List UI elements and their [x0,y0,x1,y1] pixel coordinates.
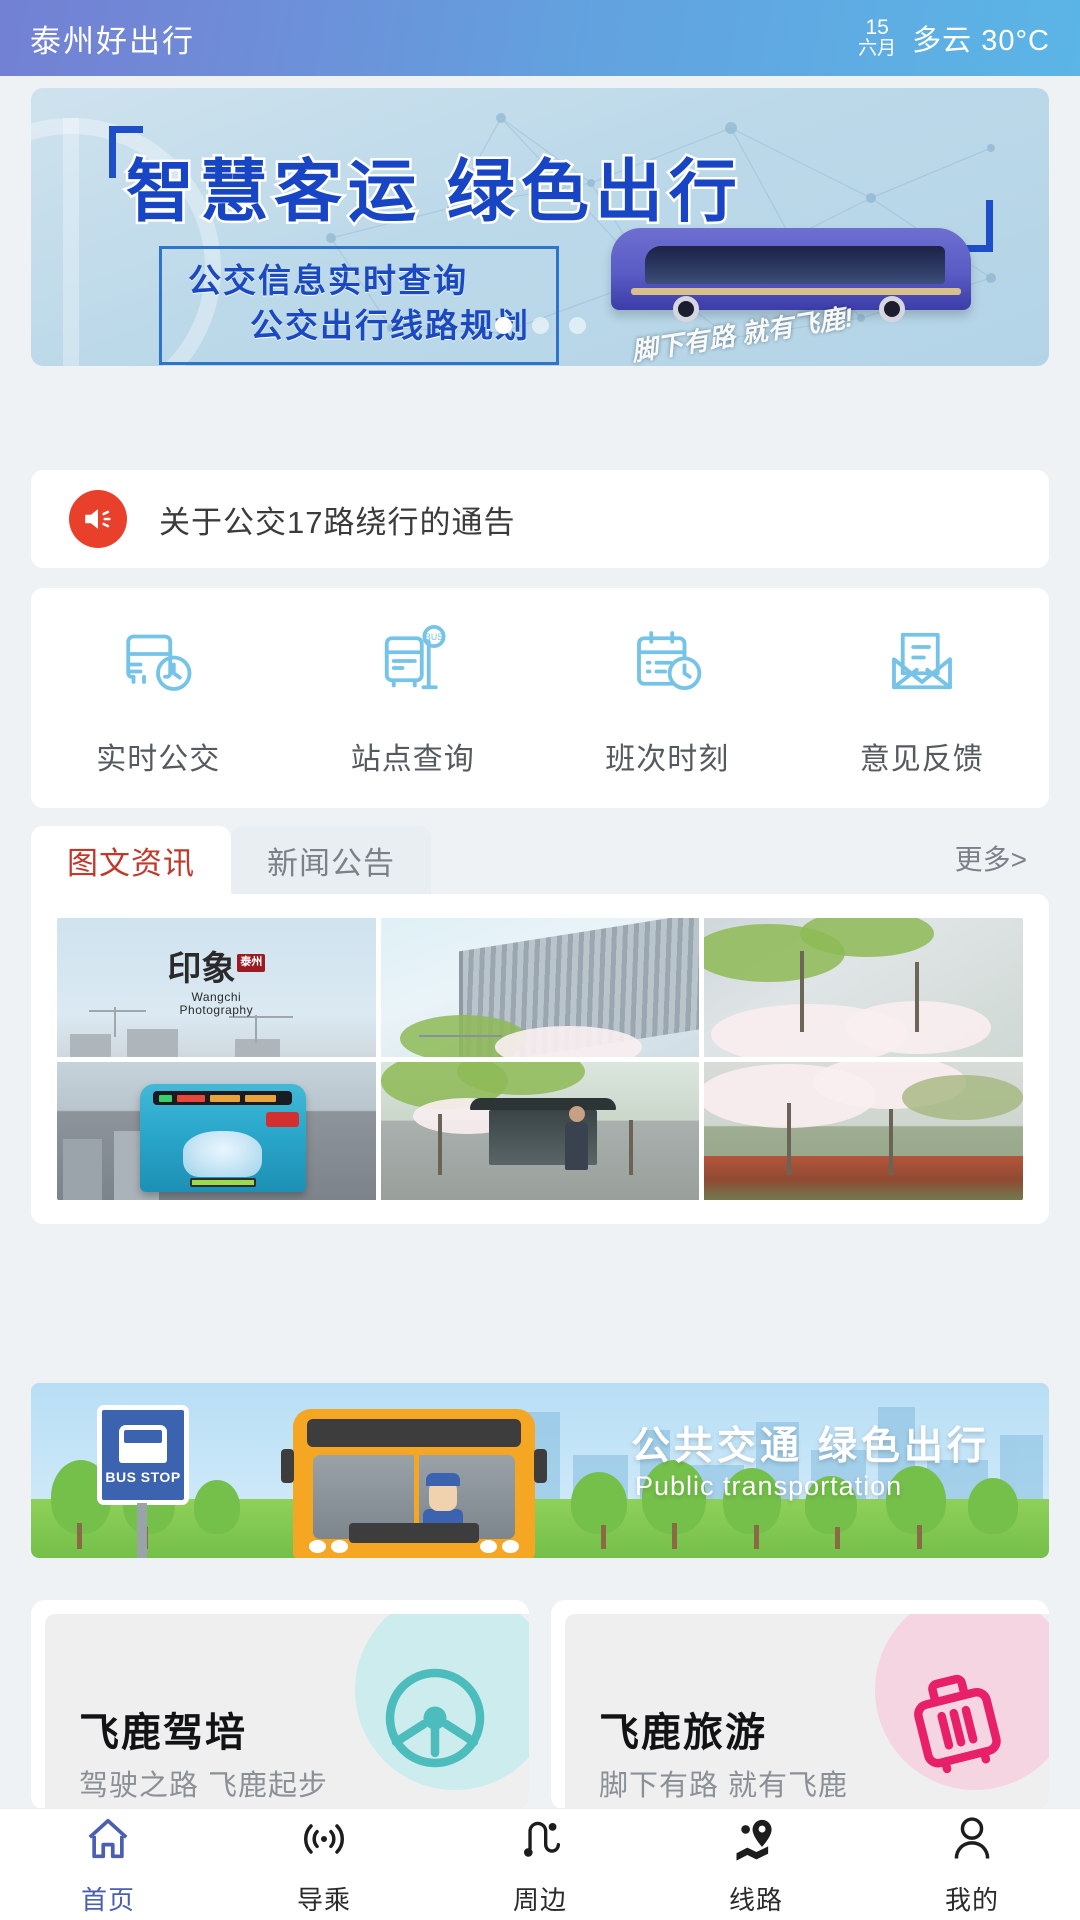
photo-grid: 印象 泰州 Wangchi Photography [57,918,1023,1200]
watermark-en: Wangchi Photography [179,990,254,1018]
quick-action-feedback[interactable]: 意见反馈 [795,619,1050,778]
date-day: 15 [865,16,889,39]
promo-desc: 驾驶之路 飞鹿起步 [79,1770,329,1802]
cartoon-bus [281,1409,547,1558]
quick-actions-panel: 实时公交 BUS 站点查询 班次时刻 意见反馈 [31,588,1049,808]
nav-label: 导乘 [296,1884,351,1915]
promo-card-travel[interactable]: 飞鹿旅游 脚下有路 就有飞鹿 [551,1600,1049,1810]
person-icon [946,1813,998,1870]
promo-title: 飞鹿驾培 [79,1711,247,1755]
watermark-cn: 印象 泰州 [167,953,266,987]
public-transport-banner[interactable]: BUS STOP 公共交通 绿色出行 Public transportation [31,1383,1049,1558]
nav-label: 首页 [80,1884,135,1915]
steering-wheel-icon [375,1658,495,1783]
notice-text: 关于公交17路绕行的通告 [159,504,516,540]
tab-announcements[interactable]: 新闻公告 [231,826,431,894]
bus-clock-icon [116,619,200,708]
gallery-photo-2[interactable] [380,918,700,1057]
speaker-icon [69,490,127,548]
quick-action-realtime-bus[interactable]: 实时公交 [31,619,286,778]
promo-title: 飞鹿旅游 [599,1711,767,1755]
more-link[interactable]: 更多> [955,838,1049,882]
route-path-icon [514,1813,566,1870]
home-icon [82,1813,134,1870]
map-pin-icon [730,1813,782,1870]
news-tabs: 图文资讯 新闻公告 更多> [31,826,1049,894]
bus-stop-sign-text: BUS STOP [105,1469,181,1485]
bottom-navigation: 首页 导乘 周边 线路 我的 [0,1808,1080,1920]
gallery-photo-6[interactable] [704,1061,1023,1200]
bus-sign-icon [119,1425,167,1463]
banner-sub-line-1: 公交信息实时查询 [188,262,468,299]
app-header: 泰州好出行 15 六月 多云 30°C [0,0,1080,76]
nav-item-profile[interactable]: 我的 [864,1813,1080,1917]
weather-status: 多云 30°C [912,25,1050,57]
gallery-photo-3[interactable] [704,918,1023,1057]
header-right-group: 15 六月 多云 30°C [858,16,1050,60]
bus-stop-sign: BUS STOP [97,1405,189,1505]
promo-card-driving-school[interactable]: 飞鹿驾培 驾驶之路 飞鹿起步 [31,1600,529,1810]
photo-gallery: 印象 泰州 Wangchi Photography [31,894,1049,1224]
carousel-banner[interactable]: 智慧客运 绿色出行 公交信息实时查询 公交出行线路规划 脚下有路 就有飞鹿! [31,88,1049,366]
page-title: 泰州好出行 [30,23,195,59]
banner-subtitle-box: 公交信息实时查询 公交出行线路规划 [159,246,559,366]
quick-action-label: 实时公交 [96,742,221,776]
bus-window [645,246,945,284]
nav-item-routes[interactable]: 线路 [648,1813,864,1917]
nav-item-guide[interactable]: 导乘 [216,1813,432,1917]
gallery-photo-4[interactable] [57,1061,376,1200]
sign-pole [137,1503,147,1558]
nav-label: 线路 [728,1884,783,1915]
watermark-stamp: 泰州 [237,954,266,972]
gallery-photo-1[interactable]: 印象 泰州 Wangchi Photography [57,918,376,1057]
notice-bar[interactable]: 关于公交17路绕行的通告 [31,470,1049,568]
quick-action-label: 意见反馈 [859,742,984,776]
quick-action-label: 班次时刻 [605,742,730,776]
quick-action-schedule[interactable]: 班次时刻 [540,619,795,778]
bus-stop-icon: BUS [371,619,455,708]
calendar-clock-icon [625,619,709,708]
carousel-dots[interactable] [31,317,1049,334]
nav-item-home[interactable]: 首页 [0,1813,216,1917]
photo-watermark: 印象 泰州 Wangchi Photography [167,953,266,1018]
svg-text:BUS: BUS [425,632,443,642]
quick-action-label: 站点查询 [350,742,475,776]
carousel-dot-3[interactable] [568,317,586,334]
app-screen: 泰州好出行 15 六月 多云 30°C 智慧客运 绿色出行 公交信息实时查询 公… [0,0,1080,1920]
quick-action-stop-search[interactable]: BUS 站点查询 [286,619,541,778]
illustration-title: 公共交通 绿色出行 [631,1425,990,1468]
carousel-dot-2[interactable] [531,317,549,334]
date-month: 六月 [858,38,897,60]
date-display: 15 六月 [858,16,897,60]
bus-rear [139,1083,306,1192]
bus-led-display [153,1091,293,1106]
illustration-subtitle: Public transportation [635,1471,903,1501]
carousel-dot-1[interactable] [494,317,512,334]
promo-cards: 飞鹿驾培 驾驶之路 飞鹿起步 飞鹿旅游 脚下有路 就有飞鹿 [31,1600,1049,1810]
envelope-icon [880,619,964,708]
gallery-photo-5[interactable] [380,1061,700,1200]
signal-waves-icon [298,1813,350,1870]
suitcase-icon [895,1658,1015,1783]
nav-label: 周边 [512,1884,567,1915]
promo-desc: 脚下有路 就有飞鹿 [599,1770,849,1802]
nav-label: 我的 [944,1884,999,1915]
nav-item-nearby[interactable]: 周边 [432,1813,648,1917]
tab-image-news[interactable]: 图文资讯 [31,826,231,894]
